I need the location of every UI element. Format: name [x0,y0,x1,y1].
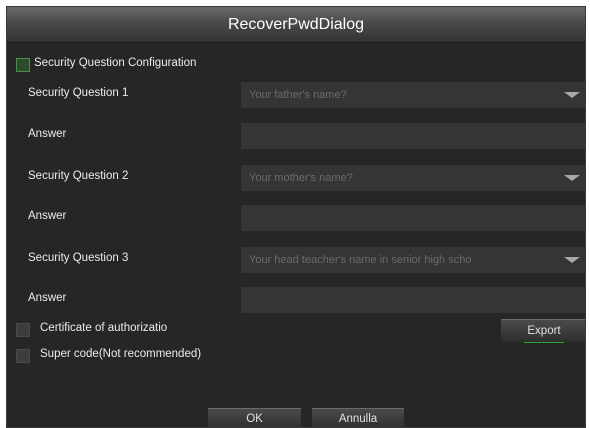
certificate-checkbox[interactable] [16,323,30,337]
security-config-checkbox[interactable] [16,58,30,72]
security-question-2-label: Security Question 2 [28,170,129,182]
security-question-1-dropdown[interactable]: Your father's name? [241,82,585,108]
recover-password-dialog: RecoverPwdDialog Security Question Confi… [6,6,586,428]
answer-1-label: Answer [28,128,67,140]
export-button[interactable]: Export [501,319,585,342]
certificate-label: Certificate of authorizatio [40,322,168,334]
super-code-checkbox[interactable] [16,349,30,363]
security-question-3-dropdown[interactable]: Your head teacher's name in senior high … [241,247,585,273]
security-question-3-value: Your head teacher's name in senior high … [249,254,472,266]
answer-1-input[interactable] [241,123,585,149]
answer-2-label: Answer [28,210,67,222]
dropdown-arrow-icon [564,175,580,181]
super-code-label: Super code(Not recommended) [40,348,202,360]
security-question-2-value: Your mother's name? [249,172,353,184]
security-question-1-label: Security Question 1 [28,87,129,99]
security-question-3-label: Security Question 3 [28,252,129,264]
ok-button[interactable]: OK [208,408,301,427]
answer-3-input[interactable] [241,287,585,313]
cancel-button[interactable]: Annulla [312,408,404,427]
dialog-title: RecoverPwdDialog [7,7,585,43]
answer-3-label: Answer [28,292,67,304]
security-question-1-value: Your father's name? [249,89,347,101]
answer-2-input[interactable] [241,205,585,231]
dropdown-arrow-icon [564,92,580,98]
export-button-highlight [524,342,564,343]
dropdown-arrow-icon [564,257,580,263]
security-config-label: Security Question Configuration [34,57,197,69]
security-question-2-dropdown[interactable]: Your mother's name? [241,165,585,191]
